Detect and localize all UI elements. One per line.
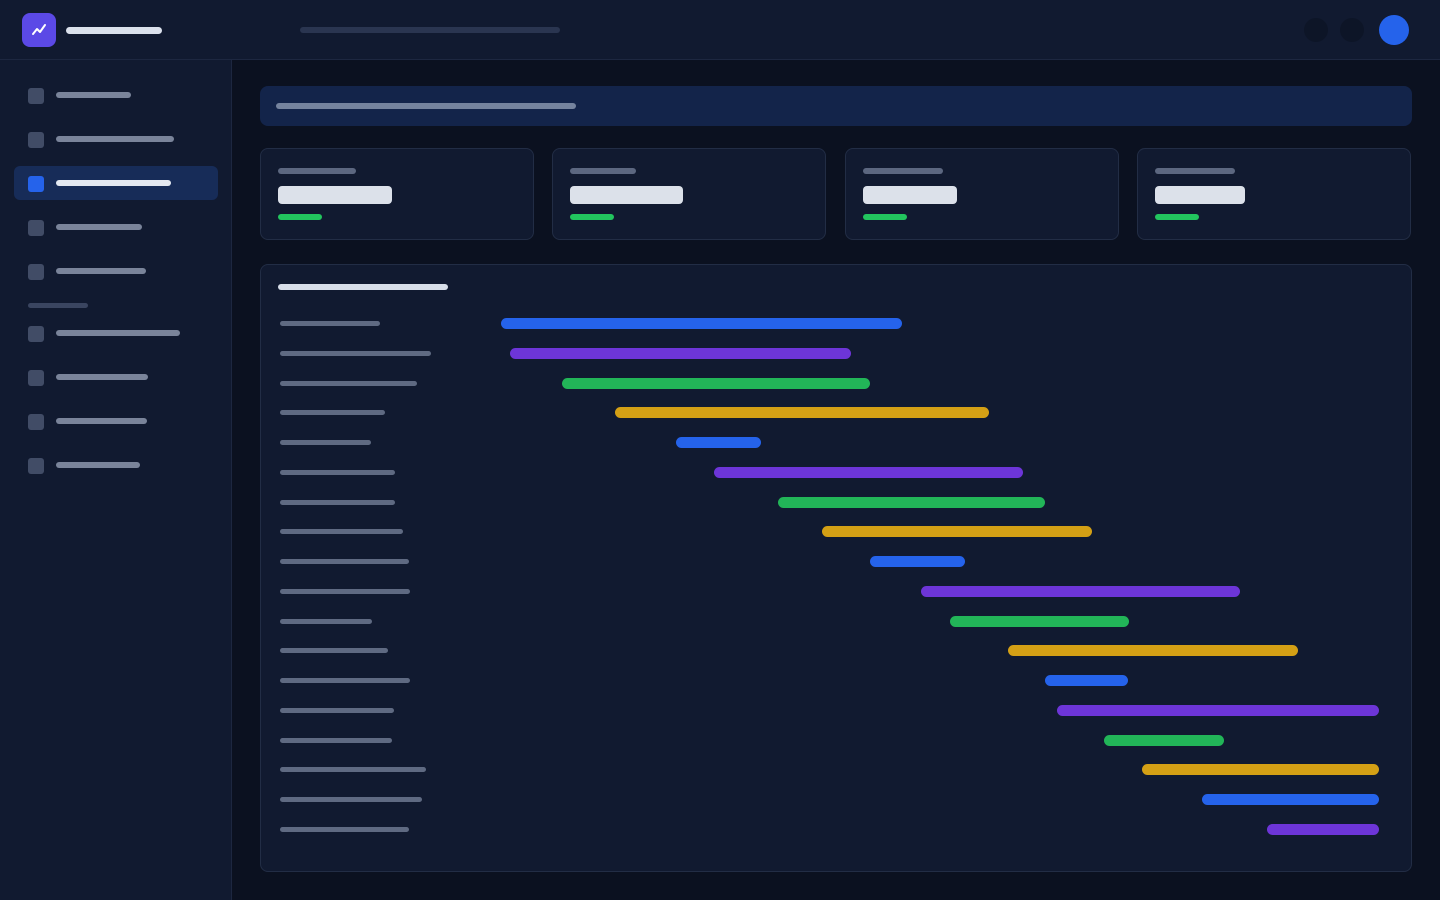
stat-card[interactable]	[1137, 148, 1411, 240]
sidebar-item-label	[56, 330, 180, 336]
stat-value	[570, 186, 683, 204]
sidebar-item[interactable]	[14, 78, 218, 112]
trend-line-icon	[32, 24, 46, 35]
sidebar-item-label	[56, 418, 147, 424]
sidebar-item-label	[56, 224, 142, 230]
square-icon	[28, 264, 44, 280]
search-input[interactable]	[300, 27, 560, 33]
stat-label	[570, 168, 636, 174]
banner-text	[276, 103, 576, 109]
stat-card[interactable]	[260, 148, 534, 240]
task-bar[interactable]	[1142, 764, 1379, 776]
stat-label	[1155, 168, 1235, 174]
task-label	[280, 588, 410, 594]
settings-icon[interactable]	[1340, 18, 1364, 42]
task-label	[280, 321, 380, 326]
task-bar[interactable]	[870, 556, 965, 568]
task-bar[interactable]	[1056, 704, 1379, 716]
task-bar[interactable]	[615, 407, 989, 419]
task-bar[interactable]	[1045, 675, 1129, 687]
notification-icon[interactable]	[1304, 18, 1328, 42]
sidebar-section-heading	[28, 303, 88, 308]
task-bar[interactable]	[509, 347, 851, 359]
stat-value	[863, 186, 957, 204]
sidebar-item[interactable]	[14, 122, 218, 156]
sidebar-item-label	[56, 136, 174, 142]
sidebar-item[interactable]	[14, 210, 218, 244]
stat-card[interactable]	[552, 148, 826, 240]
task-bar[interactable]	[714, 466, 1023, 478]
task-label	[280, 678, 410, 684]
sidebar-item[interactable]	[14, 448, 218, 482]
task-label	[280, 410, 385, 416]
square-icon	[28, 220, 44, 236]
task-bar[interactable]	[1007, 645, 1299, 657]
task-bar[interactable]	[561, 377, 871, 389]
stat-delta	[278, 214, 322, 220]
task-label	[280, 440, 371, 446]
square-icon	[28, 132, 44, 148]
stat-delta	[1155, 214, 1199, 220]
sidebar-item[interactable]	[14, 360, 218, 394]
square-icon	[28, 88, 44, 104]
task-label	[280, 499, 395, 505]
sidebar-item[interactable]	[14, 254, 218, 288]
task-label	[280, 797, 422, 803]
task-label	[280, 826, 409, 832]
task-bar[interactable]	[675, 437, 761, 449]
task-bar[interactable]	[1267, 823, 1379, 835]
timeline-chart-panel	[260, 264, 1412, 872]
avatar[interactable]	[1379, 15, 1409, 45]
sidebar	[0, 60, 232, 900]
task-bar[interactable]	[501, 318, 903, 329]
sidebar-item-label	[56, 180, 171, 186]
task-bar[interactable]	[1103, 734, 1225, 746]
task-label	[280, 618, 372, 624]
task-label	[280, 559, 409, 565]
sidebar-item-label	[56, 462, 140, 468]
task-label	[280, 529, 403, 535]
stat-label	[278, 168, 356, 174]
stat-value	[278, 186, 392, 204]
app-logo[interactable]	[22, 13, 56, 47]
square-icon	[28, 326, 44, 342]
sidebar-item-label	[56, 374, 148, 380]
sidebar-item-label	[56, 92, 131, 98]
app-title	[66, 27, 162, 34]
sidebar-item[interactable]	[14, 404, 218, 438]
task-label	[280, 648, 388, 654]
top-bar	[0, 0, 1440, 60]
stat-value	[1155, 186, 1245, 204]
task-label	[280, 380, 417, 386]
task-label	[280, 469, 395, 475]
square-icon	[28, 176, 44, 192]
stat-delta	[570, 214, 614, 220]
stat-card[interactable]	[845, 148, 1119, 240]
chart-title	[278, 284, 448, 290]
task-label	[280, 707, 394, 713]
task-label	[280, 350, 431, 356]
page-banner	[260, 86, 1412, 126]
sidebar-item[interactable]	[14, 316, 218, 350]
task-bar[interactable]	[1202, 794, 1379, 806]
task-bar[interactable]	[949, 615, 1129, 627]
square-icon	[28, 414, 44, 430]
sidebar-item[interactable]	[14, 166, 218, 200]
stat-delta	[863, 214, 907, 220]
task-label	[280, 767, 426, 773]
sidebar-item-label	[56, 268, 146, 274]
task-label	[280, 737, 392, 743]
stat-label	[863, 168, 943, 174]
task-bar[interactable]	[778, 496, 1046, 508]
task-bar[interactable]	[822, 526, 1093, 538]
task-bar[interactable]	[921, 585, 1240, 597]
square-icon	[28, 458, 44, 474]
square-icon	[28, 370, 44, 386]
